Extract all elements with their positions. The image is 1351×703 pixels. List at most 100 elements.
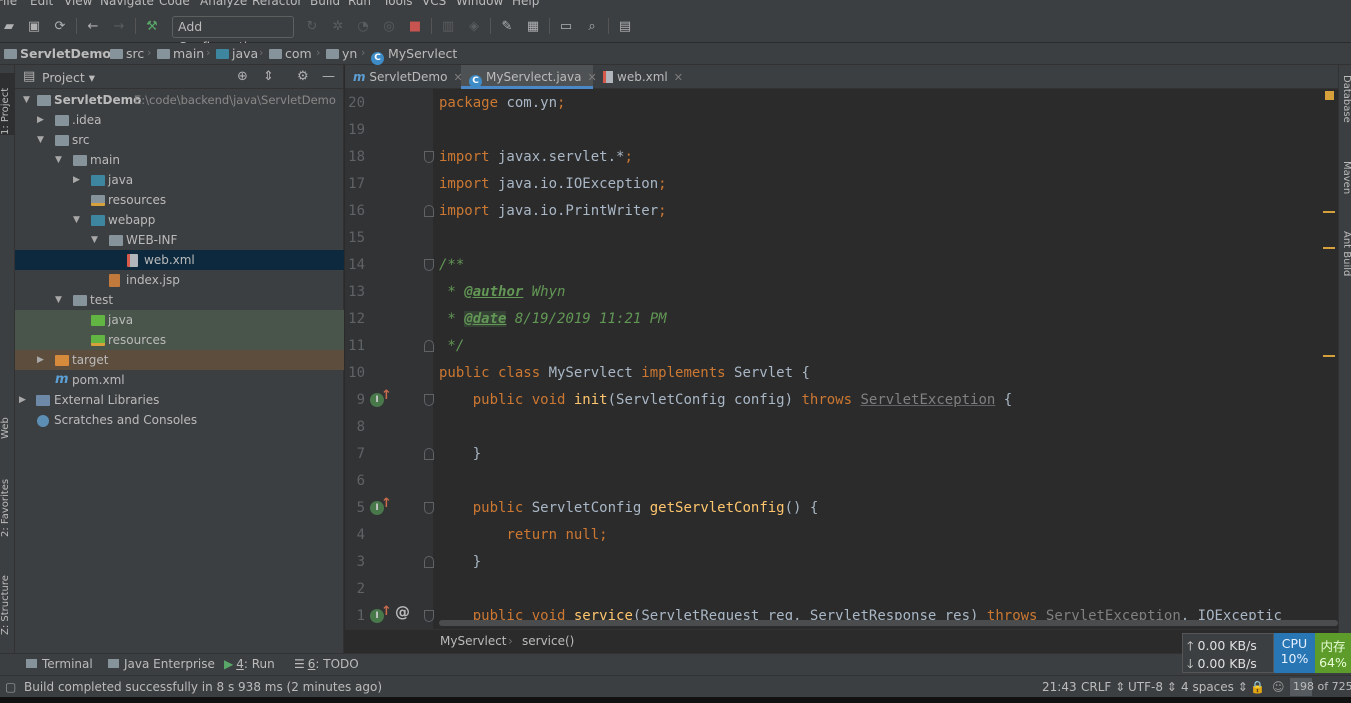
menu-window[interactable]: Window [456, 0, 503, 8]
locate-icon[interactable]: ⊕ [237, 69, 248, 84]
vcs-icon[interactable]: ◈ [465, 17, 483, 35]
file-encoding[interactable]: UTF-8 ⇕ [1128, 680, 1177, 694]
settings-wrench-icon[interactable]: ✎ [498, 17, 516, 35]
tree-item-src[interactable]: ▼ src [15, 130, 344, 150]
stop-icon[interactable]: ■ [406, 17, 424, 35]
structure-tool-tab[interactable]: Z: Structure [0, 565, 15, 635]
event-log-icon[interactable]: ▢ [5, 680, 16, 694]
menu-help[interactable]: Help [512, 0, 539, 8]
tree-item-test[interactable]: ▼ test [15, 290, 344, 310]
menu-file[interactable]: File [0, 0, 17, 8]
breadcrumb-yn[interactable]: yn [326, 46, 357, 61]
breadcrumb-java[interactable]: java [216, 46, 258, 61]
warning-mark[interactable] [1323, 211, 1335, 213]
close-icon[interactable]: ✕ [674, 71, 683, 84]
debug-icon[interactable]: ✲ [329, 17, 347, 35]
tree-item-main-java[interactable]: ▶ java [15, 170, 344, 190]
ant-build-tool-tab[interactable]: Ant Build [1339, 231, 1351, 295]
maven-tool-tab[interactable]: Maven [1339, 161, 1351, 213]
horizontal-scrollbar[interactable] [439, 620, 1338, 626]
breadcrumb-method-service[interactable]: service() [522, 634, 574, 648]
terminal-tool-button[interactable]: Terminal [26, 657, 93, 671]
lock-icon[interactable]: 🔒 [1250, 680, 1265, 694]
tree-item-web-xml[interactable]: web.xml [15, 250, 344, 270]
tree-item-test-resources[interactable]: resources [15, 330, 344, 350]
inspector-icon[interactable]: ☺ [1272, 680, 1285, 694]
fold-marker-icon[interactable] [424, 610, 434, 622]
attach-icon[interactable]: ▥ [439, 17, 457, 35]
fold-marker-icon[interactable] [424, 502, 434, 514]
tree-item-external-libraries[interactable]: ▶ External Libraries [15, 390, 344, 410]
presentation-icon[interactable]: ▤ [616, 17, 634, 35]
project-tool-tab[interactable]: 1: Project [0, 73, 15, 135]
warning-mark[interactable] [1323, 247, 1335, 249]
tree-item-test-java[interactable]: java [15, 310, 344, 330]
menu-tools[interactable]: Tools [383, 0, 413, 8]
menu-analyze[interactable]: Analyze [200, 0, 247, 8]
open-folder-icon[interactable]: ▰ [0, 17, 18, 35]
annotation-at-icon[interactable]: @ [395, 603, 410, 621]
tree-item-index-jsp[interactable]: index.jsp [15, 270, 344, 290]
fold-marker-icon[interactable] [424, 340, 434, 352]
tree-item-main[interactable]: ▼ main [15, 150, 344, 170]
gear-icon[interactable]: ⚙ [297, 69, 309, 84]
tree-item-webapp[interactable]: ▼ webapp [15, 210, 344, 230]
tab-web-xml[interactable]: web.xml ✕ [595, 65, 691, 89]
menu-vcs[interactable]: VCS [422, 0, 446, 8]
java-enterprise-tool-button[interactable]: Java Enterprise [108, 657, 215, 671]
tree-item-pom-xml[interactable]: m pom.xml [15, 370, 344, 390]
code-editor[interactable]: 20 19 18 17 16 15 14 13 12 11 10 9 8 7 6… [345, 89, 1338, 629]
line-separator[interactable]: CRLF ⇕ [1081, 680, 1125, 694]
fold-marker-icon[interactable] [424, 259, 434, 271]
breadcrumb-class[interactable]: C MyServlect [371, 46, 457, 65]
fold-marker-icon[interactable] [424, 556, 434, 568]
menu-code[interactable]: Code [159, 0, 190, 8]
tree-item-idea[interactable]: ▶ .idea [15, 110, 344, 130]
fold-marker-icon[interactable] [424, 205, 434, 217]
breadcrumb-project[interactable]: ServletDemo [4, 46, 111, 61]
forward-icon[interactable]: → [110, 17, 128, 35]
status-message[interactable]: Build completed successfully in 8 s 938 … [24, 680, 382, 694]
menu-build[interactable]: Build [310, 0, 340, 8]
breadcrumb-com[interactable]: com [269, 46, 312, 61]
warning-mark[interactable] [1323, 355, 1335, 357]
tree-item-main-resources[interactable]: resources [15, 190, 344, 210]
memory-indicator[interactable]: 198 of 725M [1290, 678, 1351, 696]
build-hammer-icon[interactable]: ⚒ [143, 17, 161, 35]
menu-view[interactable]: View [64, 0, 92, 8]
breadcrumb-main[interactable]: main [157, 46, 204, 61]
coverage-icon[interactable]: ◔ [354, 17, 372, 35]
breadcrumb-class-myservlect[interactable]: MyServlect [440, 634, 507, 648]
hide-panel-icon[interactable]: — [322, 69, 335, 84]
tab-myservlect-java[interactable]: C MyServlect.java ✕ [461, 65, 597, 89]
menu-run[interactable]: Run [348, 0, 371, 8]
caret-position[interactable]: 21:43 [1042, 680, 1077, 694]
fold-marker-icon[interactable] [424, 394, 434, 406]
fold-marker-icon[interactable] [424, 448, 434, 460]
save-icon[interactable]: ▣ [25, 17, 43, 35]
database-tool-tab[interactable]: Database [1339, 75, 1351, 145]
project-structure-icon[interactable]: ▦ [524, 17, 542, 35]
sync-icon[interactable]: ⟳ [51, 17, 69, 35]
profile-icon[interactable]: ◎ [380, 17, 398, 35]
tree-item-scratches[interactable]: Scratches and Consoles [15, 410, 344, 430]
breadcrumb-src[interactable]: src [110, 46, 144, 61]
add-configuration-button[interactable]: Add Configuration... [172, 16, 294, 54]
collapse-all-icon[interactable]: ⇕ [263, 69, 274, 84]
fold-marker-icon[interactable] [424, 151, 434, 163]
menu-edit[interactable]: Edit [30, 0, 53, 8]
terminal-window-icon[interactable]: ▭ [557, 17, 575, 35]
tree-item-web-inf[interactable]: ▼ WEB-INF [15, 230, 344, 250]
tree-item-target[interactable]: ▶ target [15, 350, 344, 370]
inspection-status-icon[interactable] [1325, 91, 1334, 100]
web-tool-tab[interactable]: Web [0, 405, 15, 439]
tree-item-servletdemo[interactable]: ▼ ServletDemo E:\code\backend\java\Servl… [15, 90, 344, 110]
run-icon[interactable]: ↻ [303, 17, 321, 35]
back-icon[interactable]: ← [84, 17, 102, 35]
search-icon[interactable]: ⌕ [583, 17, 601, 35]
indent-setting[interactable]: 4 spaces ⇕ [1181, 680, 1248, 694]
todo-tool-button[interactable]: ☰ 6: TODO [294, 657, 359, 671]
run-tool-button[interactable]: ▶ 4: Run [224, 657, 275, 671]
menu-navigate[interactable]: Navigate [100, 0, 154, 8]
menu-refactor[interactable]: Refactor [252, 0, 302, 8]
